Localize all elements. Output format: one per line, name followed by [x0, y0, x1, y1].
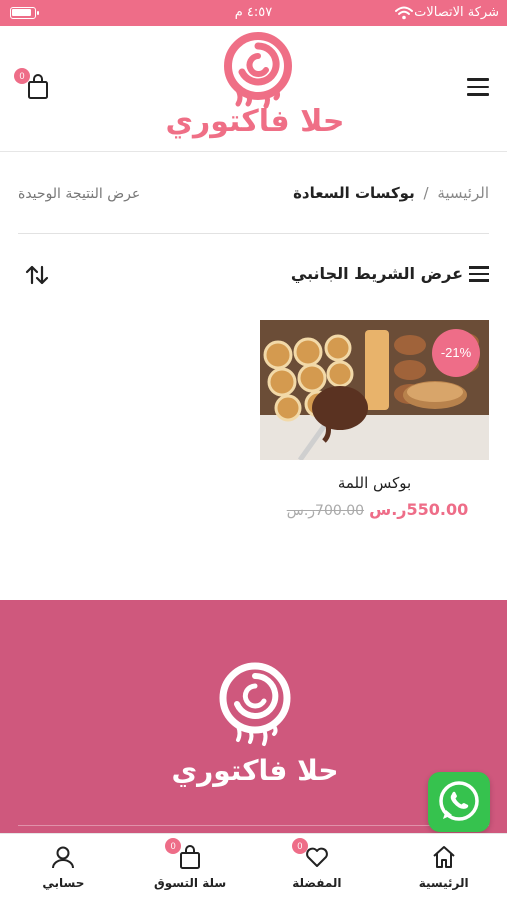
sort-icon[interactable] [24, 262, 50, 288]
bottom-navigation: الرئيسية 0 المفضلة 0 سلة التسوق حسابي [0, 833, 507, 900]
whatsapp-button[interactable] [428, 772, 490, 832]
shopping-bag-icon [180, 845, 201, 869]
logo-text: حلا فاكتوري [165, 104, 345, 139]
nav-item-cart[interactable]: 0 سلة التسوق [127, 834, 254, 900]
whatsapp-icon [439, 781, 479, 821]
sale-price: 550.00ر.س [369, 500, 469, 519]
user-icon [52, 846, 75, 869]
sidebar-toggle-label: عرض الشريط الجانبي [290, 264, 463, 283]
footer-logo: حلا فاكتوري [150, 658, 360, 798]
breadcrumb: الرئيسية / بوكسات السعادة [293, 184, 489, 202]
cart-count-badge: 0 [165, 838, 182, 854]
nav-label-wishlist: المفضلة [292, 876, 342, 890]
heart-icon-wrap: 0 [291, 838, 330, 870]
filter-menu-icon [469, 266, 489, 282]
product-image[interactable]: -21% [260, 320, 489, 460]
site-header: 0 حلا فاكتوري [0, 26, 507, 152]
product-title[interactable]: بوكس اللمة [260, 474, 489, 492]
nav-item-wishlist[interactable]: 0 المفضلة [254, 834, 381, 900]
breadcrumb-home-link[interactable]: الرئيسية [437, 184, 489, 202]
shop-toolbar: عرض الشريط الجانبي [18, 258, 489, 294]
site-logo[interactable]: حلا فاكتوري [140, 32, 370, 140]
nav-item-account[interactable]: حسابي [0, 834, 127, 900]
product-price: 550.00ر.س 700.00ر.س [260, 500, 489, 519]
wifi-icon [395, 6, 413, 20]
original-price: 700.00ر.س [286, 503, 365, 519]
breadcrumb-current: بوكسات السعادة [293, 184, 415, 202]
sale-badge: -21% [432, 329, 480, 377]
nav-label-account: حسابي [42, 876, 85, 890]
wishlist-count-badge: 0 [291, 838, 308, 854]
status-bar: ٤:٥٧ م شركة الاتصالات [0, 0, 507, 26]
cart-count-badge: 0 [14, 68, 30, 84]
footer-divider [18, 825, 489, 826]
product-card[interactable]: -21% بوكس اللمة 550.00ر.س 700.00ر.س [260, 320, 489, 519]
sidebar-toggle-button[interactable]: عرض الشريط الجانبي [291, 264, 489, 283]
nav-label-home: الرئيسية [418, 876, 469, 890]
menu-button[interactable] [467, 78, 489, 96]
home-icon [432, 846, 455, 868]
nav-label-cart: سلة التسوق [154, 876, 227, 890]
carrier-name: شركة الاتصالات [414, 5, 499, 20]
hamburger-icon [467, 78, 489, 81]
lollipop-logo-icon [219, 662, 291, 746]
breadcrumb-row: الرئيسية / بوكسات السعادة عرض النتيجة ال… [18, 152, 489, 234]
footer-logo-text: حلا فاكتوري [171, 754, 339, 787]
result-count: عرض النتيجة الوحيدة [18, 186, 141, 202]
nav-item-home[interactable]: الرئيسية [380, 834, 507, 900]
lollipop-logo-icon [224, 32, 292, 109]
cart-icon-wrap: 0 [165, 838, 203, 870]
breadcrumb-separator: / [423, 184, 429, 202]
header-cart-button[interactable]: 0 [14, 68, 50, 100]
